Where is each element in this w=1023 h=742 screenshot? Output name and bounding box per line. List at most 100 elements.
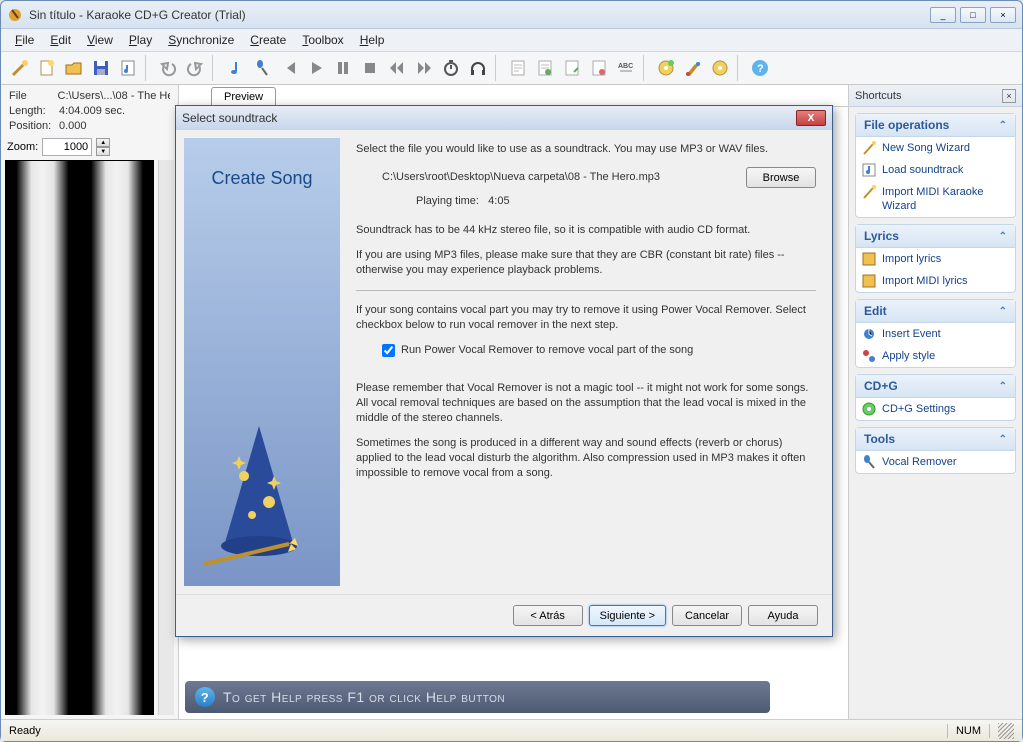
help-icon[interactable]: ? [747,55,773,81]
shortcuts-card: Edit⌃Insert EventApply style [855,299,1016,368]
menubar: File Edit View Play Synchronize Create T… [1,29,1022,51]
zoom-input[interactable] [42,138,92,156]
pause-icon[interactable] [330,55,356,81]
soundtrack-path: C:\Users\root\Desktop\Nueva carpeta\08 -… [382,170,736,185]
length-label: Length: [9,104,59,119]
card-header[interactable]: Edit⌃ [856,300,1015,323]
rewind-icon[interactable] [384,55,410,81]
shortcut-item-icon [861,348,877,364]
file-value: C:\Users\...\08 - The He [58,89,171,104]
redo-icon[interactable] [182,55,208,81]
forward-icon[interactable] [411,55,437,81]
music-note-icon[interactable] [115,55,141,81]
disc-a-icon[interactable] [653,55,679,81]
waveform-scrollbar[interactable] [158,160,174,715]
maximize-button[interactable]: □ [960,7,986,23]
dialog-close-button[interactable]: X [796,110,826,126]
menu-edit[interactable]: Edit [42,31,79,49]
shortcut-item[interactable]: Vocal Remover [856,451,1015,473]
stop-icon[interactable] [357,55,383,81]
dialog-main: Select the file you would like to use as… [340,130,832,594]
card-header[interactable]: Tools⌃ [856,428,1015,451]
card-header[interactable]: CD+G⌃ [856,375,1015,398]
dialog-note2: If you are using MP3 files, please make … [356,248,816,278]
new-icon[interactable] [34,55,60,81]
shortcut-item[interactable]: Insert Event [856,323,1015,345]
menu-play[interactable]: Play [121,31,160,49]
mic-icon[interactable] [249,55,275,81]
menu-file[interactable]: File [7,31,42,49]
zoom-label: Zoom: [7,141,38,153]
shortcuts-panel: Shortcuts × File operations⌃New Song Wiz… [848,85,1022,719]
open-icon[interactable] [61,55,87,81]
menu-view[interactable]: View [79,31,121,49]
save-icon[interactable] [88,55,114,81]
shortcut-item[interactable]: Load soundtrack [856,159,1015,181]
shortcut-item-icon [861,184,877,200]
back-button[interactable]: < Atrás [513,605,583,626]
resize-grip[interactable] [998,723,1014,739]
card-header[interactable]: Lyrics⌃ [856,225,1015,248]
wizard-icon [194,416,324,576]
shortcut-item-icon [861,401,877,417]
disclaimer1: Please remember that Vocal Remover is no… [356,381,816,426]
help-strip[interactable]: ? To get Help press F1 or click Help but… [185,681,770,713]
position-value: 0.000 [59,119,87,134]
wand-icon[interactable] [7,55,33,81]
timer-icon[interactable] [438,55,464,81]
vocal-remover-checkbox[interactable] [382,344,395,357]
menu-toolbox[interactable]: Toolbox [294,31,351,49]
shortcut-item[interactable]: CD+G Settings [856,398,1015,420]
dialog-side-panel: Create Song [184,138,340,586]
file-label: File [9,89,58,104]
brush-icon[interactable] [680,55,706,81]
doc-c-icon[interactable] [559,55,585,81]
dialog-button-bar: < Atrás Siguiente > Cancelar Ayuda [176,594,832,636]
menu-synchronize[interactable]: Synchronize [160,31,242,49]
shortcuts-close-icon[interactable]: × [1002,89,1016,103]
shortcut-item-icon [861,326,877,342]
menu-help[interactable]: Help [352,31,393,49]
skip-start-icon[interactable] [276,55,302,81]
titlebar: Sin título - Karaoke CD+G Creator (Trial… [1,1,1022,29]
tab-preview[interactable]: Preview [211,87,276,106]
close-button[interactable]: × [990,7,1016,23]
disc-b-icon[interactable] [707,55,733,81]
playtime-value: 4:05 [488,195,509,207]
svg-text:?: ? [757,63,764,75]
shortcut-item[interactable]: Apply style [856,345,1015,367]
cancel-button[interactable]: Cancelar [672,605,742,626]
position-label: Position: [9,119,59,134]
card-header[interactable]: File operations⌃ [856,114,1015,137]
chevron-up-icon: ⌃ [999,120,1007,131]
doc-d-icon[interactable] [586,55,612,81]
statusbar: Ready NUM [1,719,1022,741]
shortcut-item[interactable]: Import MIDI Karaoke Wizard [856,181,1015,217]
dialog-title: Select soundtrack [182,111,277,125]
shortcuts-card: Lyrics⌃Import lyricsImport MIDI lyrics [855,224,1016,293]
file-info: FileC:\Users\...\08 - The He Length:4:04… [1,85,178,138]
playtime-label: Playing time: [416,195,479,207]
doc-a-icon[interactable] [505,55,531,81]
waveform-view[interactable] [5,160,154,715]
note-icon[interactable] [222,55,248,81]
shortcut-item[interactable]: Import lyrics [856,248,1015,270]
shortcut-item[interactable]: Import MIDI lyrics [856,270,1015,292]
zoom-down-button[interactable]: ▼ [96,147,110,156]
length-value: 4:04.009 sec. [59,104,125,119]
next-button[interactable]: Siguiente > [589,605,666,626]
shortcuts-header: Shortcuts × [849,85,1022,107]
abc-icon[interactable]: ABC [613,55,639,81]
headphones-icon[interactable] [465,55,491,81]
menu-create[interactable]: Create [242,31,294,49]
dialog-help-button[interactable]: Ayuda [748,605,818,626]
browse-button[interactable]: Browse [746,167,816,188]
minimize-button[interactable]: _ [930,7,956,23]
play-icon[interactable] [303,55,329,81]
chevron-up-icon: ⌃ [999,381,1007,392]
doc-b-icon[interactable] [532,55,558,81]
app-icon [7,7,23,23]
shortcut-item[interactable]: New Song Wizard [856,137,1015,159]
zoom-up-button[interactable]: ▲ [96,138,110,147]
undo-icon[interactable] [155,55,181,81]
